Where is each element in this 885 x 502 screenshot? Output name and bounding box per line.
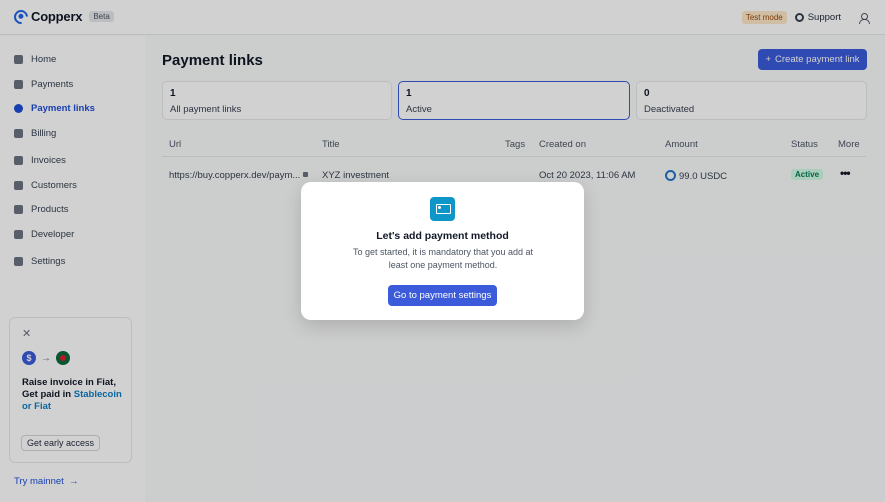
payment-method-modal: Let's add payment method To get started,…	[301, 182, 584, 320]
modal-title: Let's add payment method	[376, 230, 509, 242]
modal-description: To get started, it is mandatory that you…	[352, 247, 534, 270]
payment-method-icon	[430, 197, 455, 221]
go-to-payment-settings-button[interactable]: Go to payment settings	[388, 285, 497, 306]
